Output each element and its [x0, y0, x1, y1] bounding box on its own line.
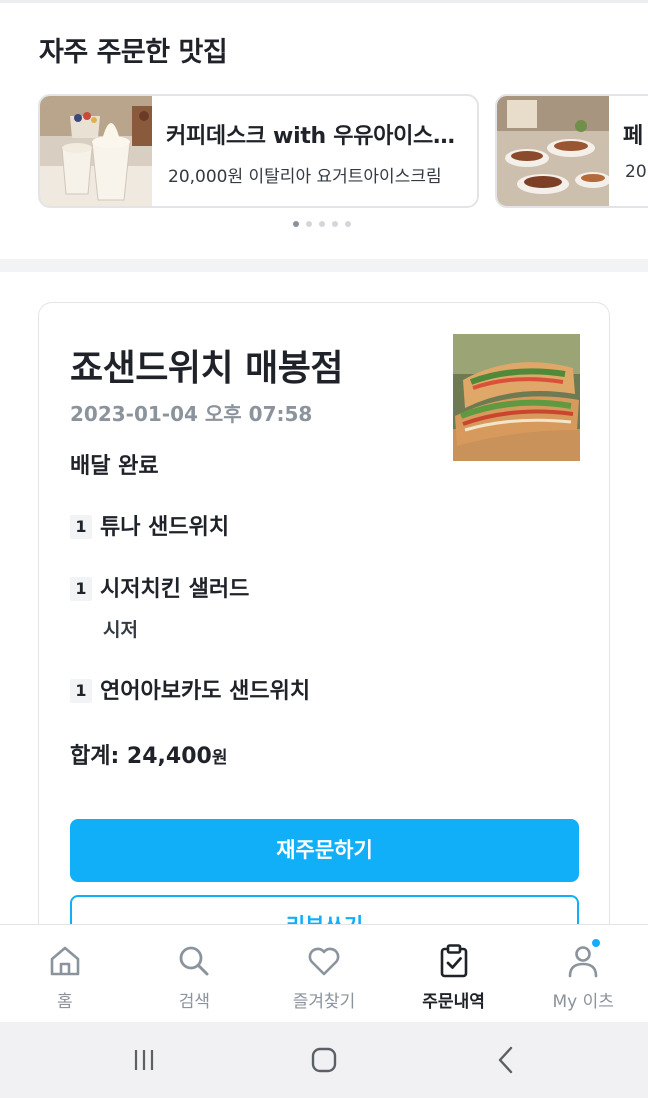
page-dot [332, 221, 338, 227]
total-amount: 합계: 24,400 [70, 744, 212, 769]
item-name: 시저치킨 샐러드 [100, 577, 250, 602]
page-dot [306, 221, 312, 227]
reorder-button[interactable]: 재주문하기 [70, 819, 579, 882]
search-icon [179, 946, 209, 976]
order-status: 배달 완료 [70, 454, 159, 479]
nav-label: 검색 [178, 992, 211, 1012]
nav-label: 홈 [56, 992, 73, 1012]
restaurant-description: 20 [625, 162, 647, 182]
home-button[interactable] [294, 1022, 354, 1098]
bottom-navigation: 홈 검색 즐겨찾기 주문내역 My 이츠 [0, 924, 648, 1022]
order-total: 합계: 24,400원 [70, 738, 227, 770]
nav-item-favorites[interactable]: 즐겨찾기 [259, 925, 389, 1022]
nav-item-search[interactable]: 검색 [130, 925, 260, 1022]
clipboard-check-icon [440, 944, 467, 978]
carousel-page-indicator [293, 221, 351, 227]
recent-apps-button[interactable] [114, 1022, 174, 1098]
restaurant-name: 페 [623, 124, 643, 149]
restaurant-description: 20,000원 이탈리아 요거트아이스크림 [168, 167, 442, 187]
frequent-restaurants-carousel[interactable]: 커피데스크 with 우유아이스크림 20,000원 이탈리아 요거트아이스크림… [0, 94, 648, 210]
nav-item-my-eats[interactable]: My 이츠 [518, 925, 648, 1022]
nav-label: 즐겨찾기 [292, 992, 356, 1012]
restaurant-thumbnail [40, 96, 152, 206]
home-icon [50, 946, 80, 976]
order-item: 1 연어아보카도 샌드위치 [70, 673, 310, 705]
item-quantity: 1 [70, 515, 92, 539]
frequent-section-title: 자주 주문한 맛집 [39, 37, 228, 68]
item-name: 연어아보카도 샌드위치 [100, 679, 311, 704]
nav-label: 주문내역 [422, 992, 485, 1012]
order-date: 2023-01-04 오후 07:58 [70, 402, 313, 426]
item-name: 튜나 샌드위치 [100, 515, 230, 540]
item-option: 시저 [103, 619, 138, 641]
back-button[interactable] [476, 1022, 536, 1098]
nav-item-home[interactable]: 홈 [0, 925, 130, 1022]
order-item: 1 시저치킨 샐러드 [70, 571, 249, 603]
system-navigation-bar [0, 1022, 648, 1098]
page-dot [319, 221, 325, 227]
page-dot [293, 221, 299, 227]
nav-label: My 이츠 [552, 992, 614, 1012]
restaurant-thumbnail [497, 96, 609, 206]
restaurant-card[interactable]: 커피데스크 with 우유아이스크림 20,000원 이탈리아 요거트아이스크림 [38, 94, 479, 208]
order-item: 1 튜나 샌드위치 [70, 509, 229, 541]
item-quantity: 1 [70, 679, 92, 703]
section-divider [0, 259, 648, 272]
store-name: 죠샌드위치 매봉점 [70, 348, 344, 389]
restaurant-name: 커피데스크 with 우유아이스크림 [166, 124, 461, 149]
recent-apps-icon [134, 1050, 154, 1070]
nav-item-orders[interactable]: 주문내역 [389, 925, 519, 1022]
top-divider [0, 0, 648, 3]
heart-icon [308, 947, 340, 976]
home-circle-icon [311, 1047, 337, 1073]
total-unit: 원 [211, 748, 228, 768]
item-quantity: 1 [70, 577, 92, 601]
order-history-card[interactable]: 죠샌드위치 매봉점 2023-01-04 오후 07:58 배달 완료 1 튜나 … [38, 302, 610, 1002]
restaurant-card[interactable]: 페 20 [495, 94, 648, 208]
page-dot [345, 221, 351, 227]
store-image [453, 334, 580, 461]
back-arrow-icon [498, 1046, 513, 1074]
person-icon [568, 946, 598, 978]
